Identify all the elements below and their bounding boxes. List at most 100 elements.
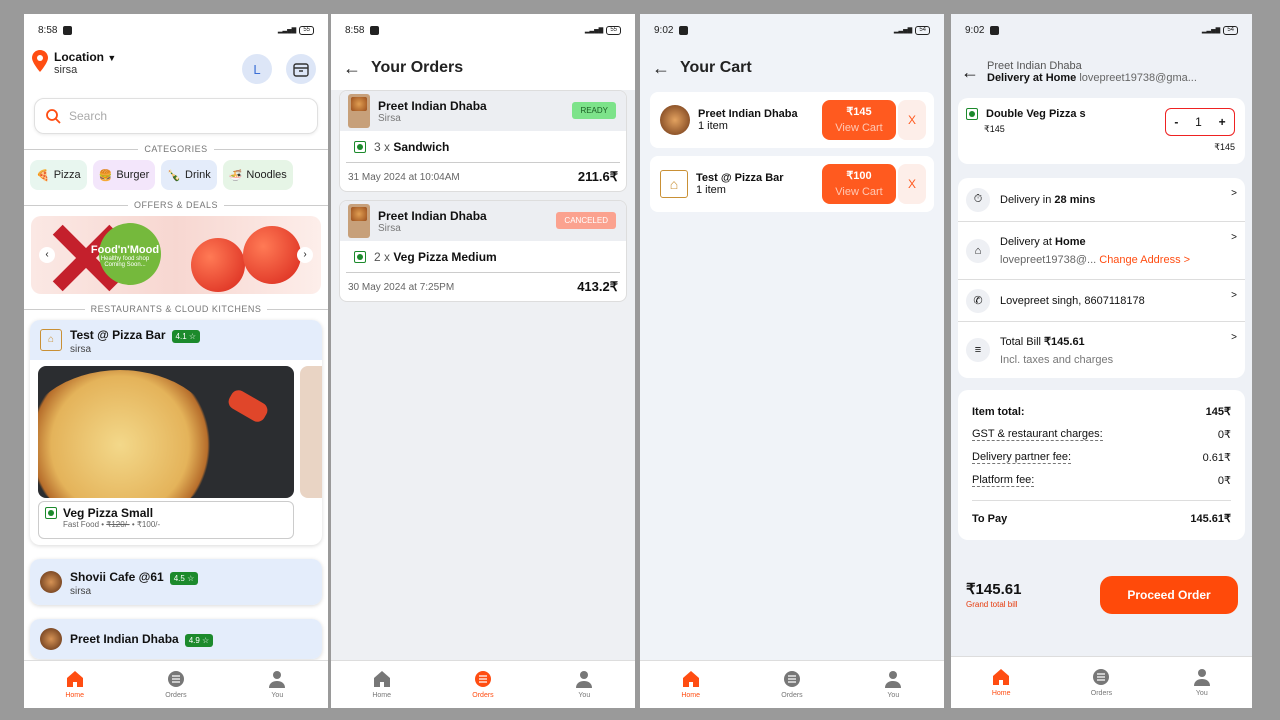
contact-row[interactable]: ✆ Lovepreet singh, 8607118178 > (958, 280, 1245, 322)
remove-cart-button[interactable]: X (898, 100, 926, 140)
category-pizza[interactable]: 🍕 Pizza (30, 160, 87, 190)
avatar[interactable]: L (242, 54, 272, 84)
nav-home[interactable]: Home (331, 661, 432, 708)
order-card[interactable]: Preet Indian Dhaba Sirsa READY 3 x Sandwi… (339, 90, 627, 192)
order-total: 413.2₹ (577, 279, 618, 294)
nav-orders[interactable]: Orders (125, 661, 226, 708)
back-arrow-icon[interactable]: ← (343, 58, 361, 79)
cart-price: ₹145 (846, 106, 872, 118)
bill-label: GST & restaurant charges: (972, 428, 1103, 441)
cart-card[interactable]: ⌂ Test @ Pizza Bar 1 item ₹100 View Cart X (650, 156, 934, 212)
view-cart-label: View Cart (835, 122, 883, 134)
delivery-time-row[interactable]: ⏱ Delivery in 28 mins > (958, 178, 1245, 222)
orders-box-icon[interactable] (286, 54, 316, 84)
checkout-header: ← Preet Indian Dhaba Delivery at Home lo… (951, 46, 1252, 98)
banner-brand: Food'n'Mood (90, 244, 160, 256)
nav-orders[interactable]: Orders (432, 661, 533, 708)
nav-you[interactable]: You (227, 661, 328, 708)
nav-home[interactable]: Home (640, 661, 741, 708)
restaurant-card[interactable]: Shovii Cafe @61 4.5 ☆ sirsa (30, 559, 322, 605)
bottom-nav: Home Orders You (640, 660, 944, 708)
nav-you[interactable]: You (534, 661, 635, 708)
cart-card[interactable]: Preet Indian Dhaba 1 item ₹145 View Cart X (650, 92, 934, 148)
to-pay-label: To Pay (972, 512, 1008, 525)
order-item-name: Sandwich (393, 139, 450, 154)
page-title: Your Cart (680, 59, 752, 76)
address-row[interactable]: ⌂ Delivery at Home lovepreet19738@... Ch… (958, 222, 1245, 280)
bill-value: 145₹ (1205, 406, 1231, 418)
nav-home[interactable]: Home (951, 657, 1051, 708)
decrement-button[interactable]: - (1174, 115, 1178, 129)
category-label: Noodles (246, 169, 287, 181)
category-drink[interactable]: 🍾 Drink (161, 160, 217, 190)
dish-info: Veg Pizza Small Fast Food • ₹120/- • ₹10… (38, 501, 294, 539)
offers-title: OFFERS & DEALS (24, 200, 328, 210)
search-input[interactable]: Search (34, 98, 318, 134)
total-bill-row[interactable]: ≡ Total Bill ₹145.61 Incl. taxes and cha… (958, 322, 1245, 378)
quantity-stepper[interactable]: - 1 + (1165, 108, 1235, 136)
restaurant-name: Test @ Pizza Bar (70, 327, 166, 342)
order-item: 2 x Veg Pizza Medium (346, 241, 620, 273)
restaurant-logo: ⌂ (660, 170, 688, 198)
nav-orders[interactable]: Orders (741, 661, 842, 708)
cart-items: 1 item (698, 120, 728, 132)
bill-label: Delivery partner fee: (972, 451, 1072, 464)
restaurant-logo (40, 571, 62, 593)
caret-down-icon: ▼ (107, 53, 117, 63)
order-card[interactable]: Preet Indian Dhaba Sirsa CANCELED 2 x Veg… (339, 200, 627, 302)
category-noodles[interactable]: 🍜 Noodles (222, 160, 293, 190)
cart-restaurant: Test @ Pizza Bar (696, 172, 784, 184)
chevron-left-icon[interactable]: ‹ (39, 247, 55, 263)
proceed-order-button[interactable]: Proceed Order (1100, 576, 1238, 614)
offers-banner[interactable]: Food'n'Mood Healthy food shop Coming Soo… (31, 216, 321, 294)
nav-label: You (1195, 690, 1208, 697)
status-bar: 8:58 ▂▃▅▇ 55 (331, 14, 635, 46)
nav-label: Orders (781, 692, 803, 699)
nav-you[interactable]: You (843, 661, 944, 708)
order-date: 31 May 2024 at 10:04AM (348, 171, 460, 183)
restaurant-card[interactable]: ⌂ Test @ Pizza Bar 4.1 ☆ sirsa Veg Pizza … (30, 320, 322, 545)
bill-value: 0.61₹ (1202, 452, 1231, 464)
cart-price: ₹100 (846, 170, 872, 182)
back-arrow-icon[interactable]: ← (652, 58, 670, 79)
bill-label: Platform fee: (972, 474, 1035, 487)
increment-button[interactable]: + (1219, 115, 1226, 129)
restaurant-name: Shovii Cafe @61 (70, 569, 164, 584)
home-icon (373, 671, 390, 687)
view-cart-button[interactable]: ₹100 View Cart (822, 164, 896, 204)
cart-item-box: Double Veg Pizza s ₹145 -1 + ₹145 (958, 98, 1245, 164)
location-selector[interactable]: Location ▼ sirsa (32, 50, 116, 90)
nav-orders[interactable]: Orders (1051, 657, 1151, 708)
bottom-nav: Home Orders You (24, 660, 328, 708)
view-cart-label: View Cart (835, 186, 883, 198)
back-arrow-icon[interactable]: ← (961, 62, 979, 83)
bill-row: GST & restaurant charges: 0₹ (972, 423, 1231, 446)
veg-icon (354, 140, 366, 153)
dish-card[interactable]: Veg Pizza Small Fast Food • ₹120/- • ₹10… (38, 366, 294, 539)
chevron-right-icon[interactable]: › (297, 247, 313, 263)
dish-card-next[interactable] (300, 366, 322, 498)
pizza-image (38, 366, 294, 498)
category-burger[interactable]: 🍔 Burger (92, 160, 156, 190)
notification-icon (370, 25, 380, 35)
nav-you[interactable]: You (1152, 657, 1252, 708)
nav-home[interactable]: Home (24, 661, 125, 708)
restaurant-header[interactable]: Shovii Cafe @61 4.5 ☆ sirsa (30, 559, 322, 605)
burger-icon: 🍔 (98, 169, 113, 182)
restaurant-card[interactable]: Preet Indian Dhaba 4.9 ☆ (30, 619, 322, 659)
nav-label: Home (681, 692, 700, 699)
restaurant-header[interactable]: Preet Indian Dhaba 4.9 ☆ (30, 619, 322, 659)
signal-icon: ▂▃▅▇ (1201, 27, 1221, 34)
item-line-total: ₹145 (1214, 142, 1235, 152)
restaurant-logo (660, 105, 690, 135)
change-address-link[interactable]: Change Address > (1099, 254, 1190, 266)
restaurant-header[interactable]: ⌂ Test @ Pizza Bar 4.1 ☆ sirsa (30, 320, 322, 360)
location-header: Location ▼ sirsa L (24, 46, 328, 90)
remove-cart-button[interactable]: X (898, 164, 926, 204)
view-cart-button[interactable]: ₹145 View Cart (822, 100, 896, 140)
user-icon (269, 671, 286, 688)
veg-icon (966, 108, 978, 120)
user-icon (576, 671, 593, 688)
quantity-value: 1 (1195, 115, 1202, 129)
home-screen: 8:58 ▂▃▅▇ 55 Location ▼ sirsa L Search CA… (24, 14, 328, 708)
